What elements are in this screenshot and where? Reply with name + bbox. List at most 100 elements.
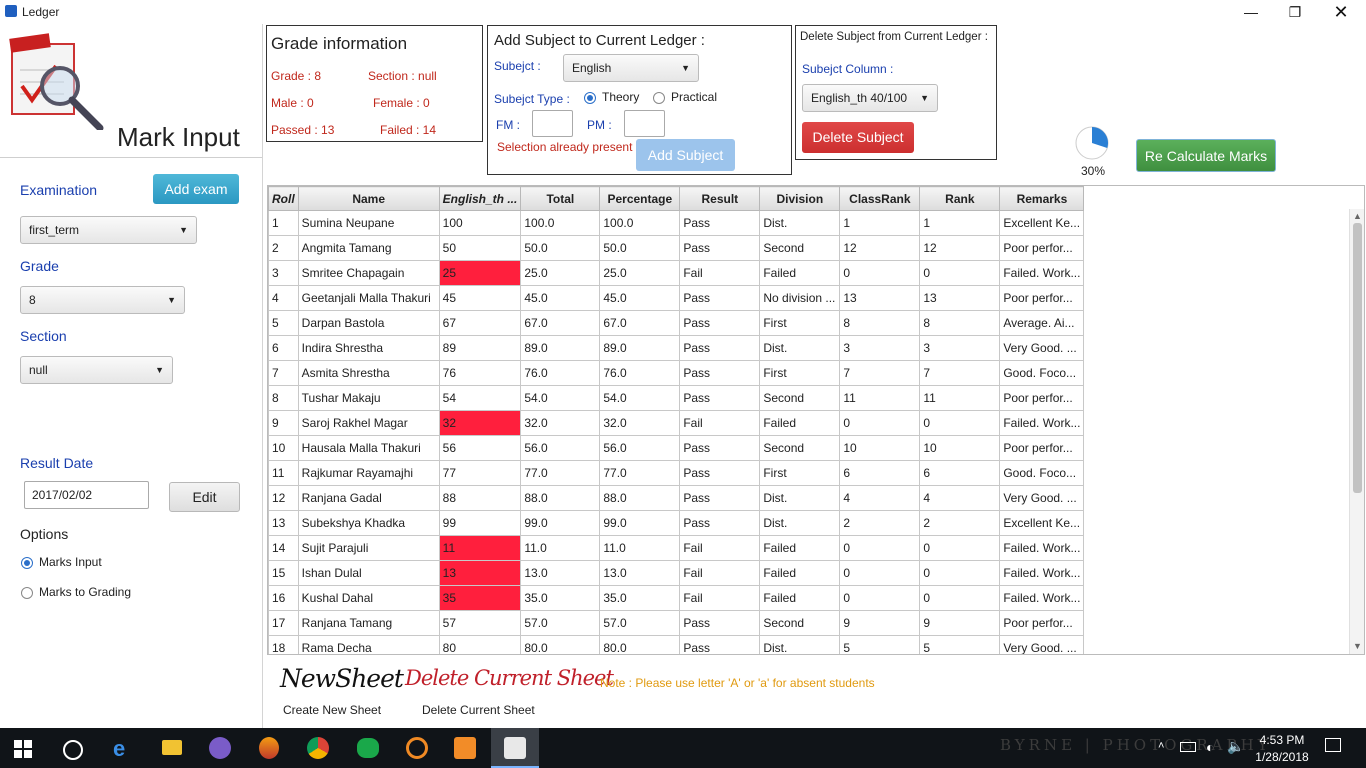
battery-icon[interactable] xyxy=(1180,742,1196,752)
column-header[interactable]: Roll xyxy=(268,186,299,211)
firefox-icon[interactable] xyxy=(259,737,279,759)
taskbar-time[interactable]: 4:53 PM xyxy=(1257,733,1307,747)
column-header[interactable]: Rank xyxy=(919,186,1001,211)
table-cell[interactable]: 57 xyxy=(438,610,522,636)
edit-button[interactable]: Edit xyxy=(169,482,240,512)
column-header[interactable]: Total xyxy=(520,186,601,211)
search-icon[interactable] xyxy=(63,740,83,760)
result-date-input[interactable]: 2017/02/02 xyxy=(24,481,149,509)
column-header[interactable]: Name xyxy=(297,186,440,211)
table-row[interactable]: 17 Ranjana Tamang 57 57.0 57.0 Pass Second 9 9 Po… xyxy=(268,610,1085,636)
wifi-icon[interactable]: ◐ xyxy=(1206,739,1214,755)
table-cell[interactable]: 11 xyxy=(438,535,522,561)
table-row[interactable]: 11 Rajkumar Rayamajhi 77 77.0 77.0 Pass First 6… xyxy=(268,460,1085,486)
table-row[interactable]: 12 Ranjana Gadal 88 88.0 88.0 Pass Dist. 4 4 Very… xyxy=(268,485,1085,511)
scroll-down-icon[interactable]: ▼ xyxy=(1353,641,1362,651)
table-row[interactable]: 7 Asmita Shrestha 76 76.0 76.0 Pass First 7 7 Goo… xyxy=(268,360,1085,386)
grade-value: 8 xyxy=(29,293,36,307)
viber-icon[interactable] xyxy=(209,737,231,759)
column-header[interactable]: ClassRank xyxy=(839,186,921,211)
table-row[interactable]: 10 Hausala Malla Thakuri 56 56.0 56.0 Pass Sec… xyxy=(268,435,1085,461)
show-hidden-icons-icon[interactable]: ˄ xyxy=(1158,740,1164,752)
column-header[interactable]: Result xyxy=(679,186,761,211)
table-row[interactable]: 8 Tushar Makaju 54 54.0 54.0 Pass Second 11 11 Po… xyxy=(268,385,1085,411)
table-cell: Hausala Malla Thakuri xyxy=(297,435,440,461)
table-row[interactable]: 4 Geetanjali Malla Thakuri 45 45.0 45.0 Pass N… xyxy=(268,285,1085,311)
add-subject-button[interactable]: Add Subject xyxy=(636,139,735,171)
table-cell: 100.0 xyxy=(520,210,601,236)
table-cell[interactable]: 32 xyxy=(438,410,522,436)
grade-select[interactable]: 8 ▼ xyxy=(20,286,185,314)
table-row[interactable]: 15 Ishan Dulal 13 13.0 13.0 Fail Failed 0 0 Faile… xyxy=(268,560,1085,586)
volume-icon[interactable]: 🔈 xyxy=(1227,738,1244,755)
delete-sheet-logo[interactable]: Delete Current Sheet xyxy=(405,666,614,690)
java-app-taskbar-item[interactable] xyxy=(491,728,539,768)
new-sheet-logo[interactable]: NewSheet xyxy=(280,664,404,693)
table-cell: Pass xyxy=(679,435,761,461)
table-cell: Pass xyxy=(679,285,761,311)
marks-to-grading-radio[interactable] xyxy=(21,587,33,599)
table-row[interactable]: 13 Subekshya Khadka 99 99.0 99.0 Pass Dist. 2 2 E… xyxy=(268,510,1085,536)
marks-input-radio[interactable] xyxy=(21,557,33,569)
table-row[interactable]: 14 Sujit Parajuli 11 11.0 11.0 Fail Failed 0 0 Fa… xyxy=(268,535,1085,561)
delete-subject-button[interactable]: Delete Subject xyxy=(802,122,914,153)
pm-input[interactable] xyxy=(624,110,665,137)
subject-label: Subejct : xyxy=(494,59,541,73)
table-cell[interactable]: 25 xyxy=(438,260,522,286)
table-cell[interactable]: 35 xyxy=(438,585,522,611)
table-cell[interactable]: 89 xyxy=(438,335,522,361)
table-cell[interactable]: 13 xyxy=(438,560,522,586)
table-cell[interactable]: 67 xyxy=(438,310,522,336)
file-explorer-icon[interactable] xyxy=(162,740,182,755)
table-cell[interactable]: 88 xyxy=(438,485,522,511)
recalculate-marks-button[interactable]: Re Calculate Marks xyxy=(1136,139,1276,172)
column-header[interactable]: Division xyxy=(759,186,841,211)
map-app-icon[interactable] xyxy=(357,738,379,758)
table-cell[interactable]: 54 xyxy=(438,385,522,411)
windows-start-icon[interactable] xyxy=(14,740,32,758)
sync-app-icon[interactable] xyxy=(406,737,428,759)
table-cell: 76.0 xyxy=(520,360,601,386)
chrome-icon[interactable] xyxy=(307,737,329,759)
close-icon[interactable]: ✕ xyxy=(1318,0,1364,24)
examination-select[interactable]: first_term ▼ xyxy=(20,216,197,244)
table-cell[interactable]: 50 xyxy=(438,235,522,261)
edge-browser-icon[interactable]: e xyxy=(113,736,125,762)
table-row[interactable]: 18 Rama Decha 80 80.0 80.0 Pass Dist. 5 5 Very Go… xyxy=(268,635,1085,654)
table-cell[interactable]: 80 xyxy=(438,635,522,654)
subject-column-select[interactable]: English_th 40/100 ▼ xyxy=(802,84,938,112)
minimize-icon[interactable]: — xyxy=(1228,0,1274,24)
practical-radio[interactable] xyxy=(653,92,665,104)
fm-input[interactable] xyxy=(532,110,573,137)
table-row[interactable]: 5 Darpan Bastola 67 67.0 67.0 Pass First 8 8 Aver… xyxy=(268,310,1085,336)
action-center-icon[interactable] xyxy=(1325,738,1341,752)
grade-info-title: Grade information xyxy=(271,34,408,53)
table-cell: 57.0 xyxy=(520,610,601,636)
theory-radio[interactable] xyxy=(584,92,596,104)
table-row[interactable]: 6 Indira Shrestha 89 89.0 89.0 Pass Dist. 3 3 Ver… xyxy=(268,335,1085,361)
taskbar-date[interactable]: 1/28/2018 xyxy=(1253,750,1311,764)
restore-icon[interactable]: ❐ xyxy=(1272,0,1318,24)
column-header[interactable]: Percentage xyxy=(599,186,681,211)
table-cell[interactable]: 56 xyxy=(438,435,522,461)
table-row[interactable]: 2 Angmita Tamang 50 50.0 50.0 Pass Second 12 12 P… xyxy=(268,235,1085,261)
table-cell[interactable]: 99 xyxy=(438,510,522,536)
table-cell[interactable]: 45 xyxy=(438,285,522,311)
add-exam-button[interactable]: Add exam xyxy=(153,174,239,204)
table-row[interactable]: 9 Saroj Rakhel Magar 32 32.0 32.0 Fail Failed 0… xyxy=(268,410,1085,436)
section-select[interactable]: null ▼ xyxy=(20,356,173,384)
table-cell[interactable]: 100 xyxy=(438,210,522,236)
scrollbar-thumb[interactable] xyxy=(1353,223,1362,493)
table-scrollbar[interactable]: ▲ ▼ xyxy=(1349,209,1364,654)
table-row[interactable]: 3 Smritee Chapagain 25 25.0 25.0 Fail Failed 0 0… xyxy=(268,260,1085,286)
scroll-up-icon[interactable]: ▲ xyxy=(1353,211,1362,221)
column-header[interactable]: Remarks xyxy=(999,186,1085,211)
table-cell[interactable]: 77 xyxy=(438,460,522,486)
column-header[interactable]: English_th ... xyxy=(438,186,522,211)
table-row[interactable]: 16 Kushal Dahal 35 35.0 35.0 Fail Failed 0 0 Fail… xyxy=(268,585,1085,611)
chevron-down-icon: ▼ xyxy=(167,295,176,305)
table-row[interactable]: 1 Sumina Neupane 100 100.0 100.0 Pass Dist. 1 1 E… xyxy=(268,210,1085,236)
xampp-icon[interactable] xyxy=(454,737,476,759)
subject-select[interactable]: English ▼ xyxy=(563,54,699,82)
table-cell[interactable]: 76 xyxy=(438,360,522,386)
